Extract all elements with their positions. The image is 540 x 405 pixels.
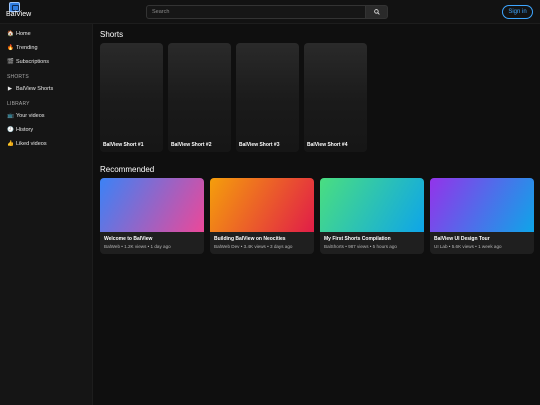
- recommended-section-title: Recommended: [100, 165, 155, 174]
- sidebar-item-label: BalView Shorts: [16, 86, 54, 92]
- sidebar-item-home[interactable]: 🏠 Home: [7, 31, 31, 37]
- sidebar-item-trending[interactable]: 🔥 Trending: [7, 45, 38, 51]
- short-title: BalView Short #3: [239, 142, 280, 148]
- home-icon: 🏠: [7, 31, 14, 37]
- video-thumbnail[interactable]: [320, 178, 424, 232]
- short-card[interactable]: BalView Short #4: [304, 43, 367, 152]
- search-button[interactable]: [366, 5, 388, 19]
- tv-icon: 📺: [7, 113, 14, 119]
- video-meta: UI Lab • 5.6K views • 1 week ago: [434, 244, 502, 249]
- short-title: BalView Short #4: [307, 142, 348, 148]
- sidebar-item-label: Liked videos: [16, 141, 47, 147]
- sidebar-item-label: Your videos: [16, 113, 45, 119]
- sidebar: 🏠 Home 🔥 Trending 🎬 Subscriptions SHORTS…: [0, 24, 93, 405]
- search-bar: [146, 5, 388, 19]
- video-thumbnail[interactable]: [100, 178, 204, 232]
- sidebar-item-label: History: [16, 127, 34, 133]
- logo-text: BalView: [6, 11, 32, 18]
- video-card[interactable]: My First Shorts Compilation BalShorts • …: [320, 178, 424, 254]
- sidebar-item-label: Trending: [16, 45, 38, 51]
- short-card[interactable]: BalView Short #3: [236, 43, 299, 152]
- sidebar-item-liked-videos[interactable]: 👍 Liked videos: [7, 141, 47, 147]
- play-icon: ▶: [7, 86, 13, 92]
- video-card[interactable]: Welcome to BalView BalWeb • 1.2K views •…: [100, 178, 204, 254]
- video-meta: BalShorts • 987 views • 5 hours ago: [324, 244, 397, 249]
- clapper-icon: 🎬: [7, 59, 14, 65]
- clock-icon: 🕘: [7, 127, 14, 133]
- sidebar-item-balview-shorts[interactable]: ▶ BalView Shorts: [7, 86, 53, 92]
- top-header: BalView Sign in: [0, 0, 540, 24]
- sidebar-item-history[interactable]: 🕘 History: [7, 127, 33, 133]
- sidebar-item-subscriptions[interactable]: 🎬 Subscriptions: [7, 59, 49, 65]
- sidebar-item-label: Subscriptions: [16, 59, 50, 65]
- video-title[interactable]: My First Shorts Compilation: [324, 236, 391, 242]
- sidebar-item-your-videos[interactable]: 📺 Your videos: [7, 113, 45, 119]
- sidebar-heading-shorts: SHORTS: [7, 74, 29, 80]
- sidebar-item-label: Home: [16, 31, 31, 37]
- video-card[interactable]: Building BalView on Neocities BalWeb Dev…: [210, 178, 314, 254]
- video-title[interactable]: Welcome to BalView: [104, 236, 152, 242]
- thumbs-up-icon: 👍: [7, 141, 14, 147]
- logo[interactable]: BalView: [5, 2, 35, 22]
- shorts-section-title: Shorts: [100, 30, 124, 39]
- video-card[interactable]: BalView UI Design Tour UI Lab • 5.6K vie…: [430, 178, 534, 254]
- short-title: BalView Short #1: [103, 142, 144, 148]
- video-thumbnail[interactable]: [210, 178, 314, 232]
- sign-in-button[interactable]: Sign in: [502, 5, 533, 19]
- video-title[interactable]: BalView UI Design Tour: [434, 236, 490, 242]
- video-thumbnail[interactable]: [430, 178, 534, 232]
- video-meta: BalWeb • 1.2K views • 1 day ago: [104, 244, 171, 249]
- short-card[interactable]: BalView Short #2: [168, 43, 231, 152]
- search-icon: [373, 9, 380, 15]
- short-title: BalView Short #2: [171, 142, 212, 148]
- sidebar-heading-library: LIBRARY: [7, 101, 30, 107]
- video-title[interactable]: Building BalView on Neocities: [214, 236, 286, 242]
- search-input[interactable]: [146, 5, 366, 19]
- video-meta: BalWeb Dev • 3.4K views • 3 days ago: [214, 244, 293, 249]
- fire-icon: 🔥: [7, 45, 14, 51]
- short-card[interactable]: BalView Short #1: [100, 43, 163, 152]
